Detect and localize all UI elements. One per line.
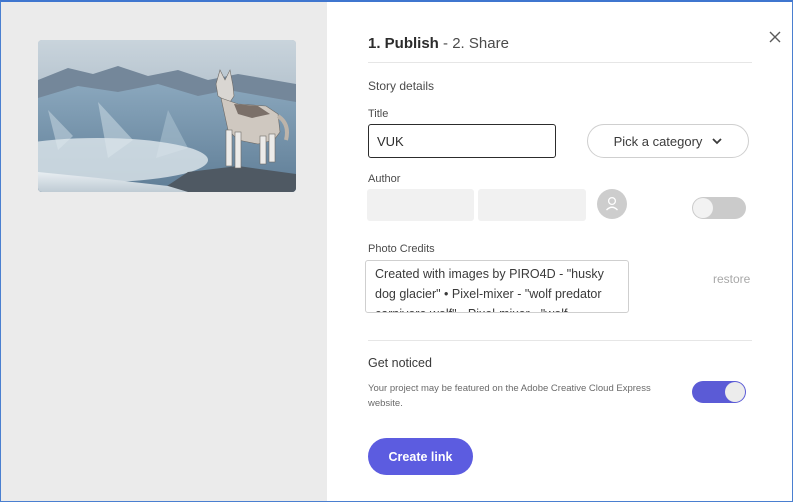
author-visibility-toggle[interactable] xyxy=(692,197,746,219)
step-separator: - xyxy=(438,35,453,52)
photo-credits-textarea[interactable]: Created with images by PIRO4D - "husky d… xyxy=(365,260,629,313)
close-icon[interactable] xyxy=(768,30,782,44)
get-noticed-toggle[interactable] xyxy=(692,381,746,403)
author-first-name-field[interactable] xyxy=(367,189,474,221)
category-dropdown[interactable]: Pick a category xyxy=(587,124,749,158)
get-noticed-description: Your project may be featured on the Adob… xyxy=(368,383,651,409)
restore-button[interactable]: restore xyxy=(713,272,750,286)
author-last-name-field[interactable] xyxy=(478,189,586,221)
story-details-heading: Story details xyxy=(368,79,435,93)
create-link-button[interactable]: Create link xyxy=(368,438,473,475)
toggle-knob xyxy=(693,198,713,218)
author-label: Author xyxy=(368,173,401,185)
toggle-knob xyxy=(725,382,745,402)
step-share[interactable]: 2. Share xyxy=(452,35,509,52)
step-publish: 1. Publish xyxy=(368,35,439,52)
category-label: Pick a category xyxy=(613,133,703,149)
title-label: Title xyxy=(368,108,389,120)
get-noticed-heading: Get noticed xyxy=(368,356,432,370)
preview-pane xyxy=(1,2,327,501)
avatar xyxy=(597,189,627,219)
header-divider xyxy=(368,62,752,63)
story-cover-image xyxy=(38,40,296,192)
dialog-title: 1. Publish - 2. Share xyxy=(368,35,509,52)
title-input[interactable] xyxy=(368,124,556,158)
user-icon xyxy=(606,196,618,211)
photo-credits-label: Photo Credits xyxy=(368,243,435,255)
chevron-down-icon xyxy=(712,137,723,144)
section-divider xyxy=(368,340,752,341)
